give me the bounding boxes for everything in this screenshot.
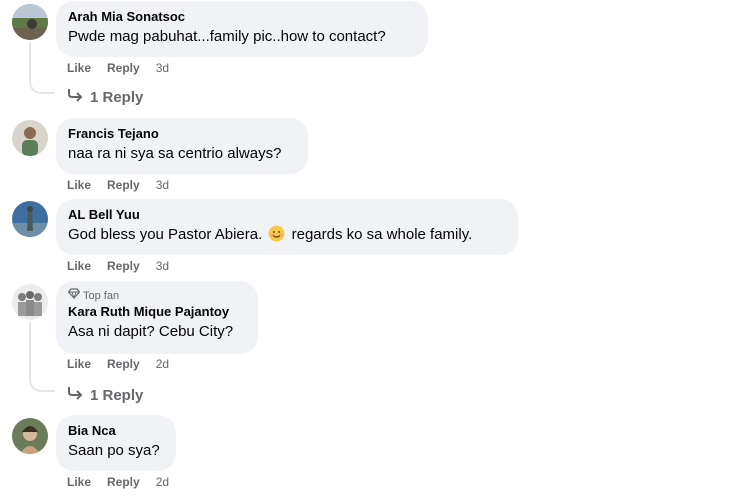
avatar[interactable]	[12, 284, 48, 320]
view-replies-button[interactable]: 1 Reply	[66, 87, 143, 107]
replies-count: 1 Reply	[90, 386, 144, 404]
comment-timestamp[interactable]: 2d	[156, 356, 169, 372]
comment-bubble: Top fan Kara Ruth Mique Pajantoy Asa ni …	[56, 281, 258, 354]
comment-timestamp[interactable]: 2d	[156, 474, 169, 490]
reply-arrow-icon	[66, 87, 84, 107]
comment-text: Asa ni dapit? Cebu City?	[68, 323, 234, 340]
comment-text-part: regards ko sa whole family.	[291, 226, 473, 243]
comment-actions: Like Reply 2d	[67, 474, 169, 490]
comment-author[interactable]: Arah Mia Sonatsoc	[68, 9, 416, 25]
comment-timestamp[interactable]: 3d	[156, 258, 169, 274]
like-button[interactable]: Like	[67, 356, 91, 372]
avatar[interactable]	[12, 418, 48, 454]
badge-label: Top fan	[83, 289, 120, 302]
diamond-icon	[67, 288, 81, 303]
comment-text: Pwde mag pabuhat...family pic..how to co…	[68, 28, 386, 45]
reply-button[interactable]: Reply	[107, 60, 140, 76]
thread-line	[29, 42, 31, 80]
thread-line	[29, 322, 31, 378]
avatar[interactable]	[12, 201, 48, 237]
comment-actions: Like Reply 2d	[67, 356, 169, 372]
comment-text: naa ra ni sya sa centrio always?	[68, 145, 282, 162]
avatar[interactable]	[12, 4, 48, 40]
comment-text: Saan po sya?	[68, 442, 160, 459]
thread-connector	[29, 80, 55, 94]
like-button[interactable]: Like	[67, 60, 91, 76]
like-button[interactable]: Like	[67, 258, 91, 274]
smiling-face-emoji	[268, 225, 285, 242]
comment-actions: Like Reply 3d	[67, 258, 169, 274]
reply-button[interactable]: Reply	[107, 474, 140, 490]
comment-author[interactable]: Bia Nca	[68, 423, 164, 439]
reply-button[interactable]: Reply	[107, 356, 140, 372]
comment-bubble: AL Bell Yuu God bless you Pastor Abiera.…	[56, 199, 518, 255]
comment-text: God bless you Pastor Abiera. regards ko …	[68, 225, 506, 245]
comment-author[interactable]: Francis Tejano	[68, 126, 296, 142]
comments-section: Arah Mia Sonatsoc Pwde mag pabuhat...fam…	[0, 0, 750, 501]
replies-count: 1 Reply	[90, 88, 144, 106]
comment-bubble: Arah Mia Sonatsoc Pwde mag pabuhat...fam…	[56, 1, 428, 57]
comment-bubble: Bia Nca Saan po sya?	[56, 415, 176, 471]
like-button[interactable]: Like	[67, 177, 91, 193]
like-button[interactable]: Like	[67, 474, 91, 490]
comment-actions: Like Reply 3d	[67, 60, 169, 76]
comment-bubble: Francis Tejano naa ra ni sya sa centrio …	[56, 118, 308, 174]
top-fan-badge[interactable]: Top fan	[67, 288, 246, 303]
comment-timestamp[interactable]: 3d	[156, 60, 169, 76]
thread-connector	[29, 378, 55, 392]
view-replies-button[interactable]: 1 Reply	[66, 385, 143, 405]
avatar[interactable]	[12, 120, 48, 156]
reply-arrow-icon	[66, 385, 84, 405]
comment-author[interactable]: AL Bell Yuu	[68, 207, 506, 223]
reply-button[interactable]: Reply	[107, 258, 140, 274]
reply-button[interactable]: Reply	[107, 177, 140, 193]
comment-actions: Like Reply 3d	[67, 177, 169, 193]
comment-author[interactable]: Kara Ruth Mique Pajantoy	[68, 304, 246, 320]
comment-timestamp[interactable]: 3d	[156, 177, 169, 193]
comment-text-part: God bless you Pastor Abiera.	[68, 226, 263, 243]
